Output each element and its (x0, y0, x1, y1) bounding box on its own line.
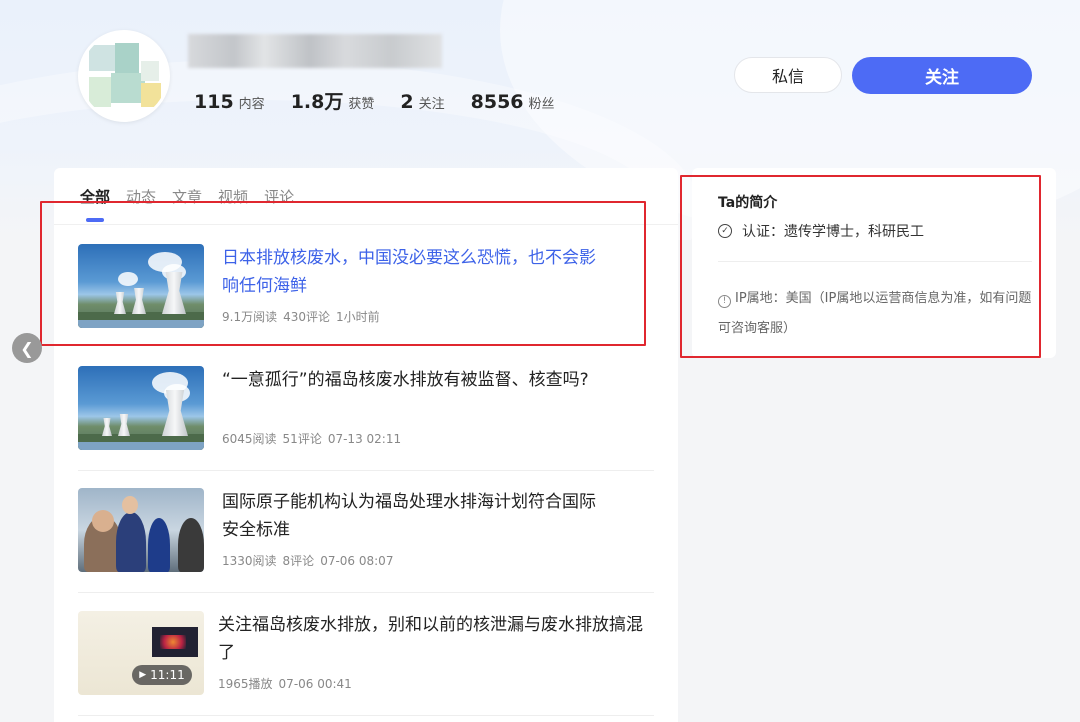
divider (78, 715, 654, 716)
publish-time: 07-13 02:11 (327, 432, 402, 446)
follow-button[interactable]: 关注 (852, 57, 1032, 94)
read-count: 6045阅读 (222, 432, 277, 446)
duration-text: 11:11 (150, 668, 185, 682)
username-blurred (188, 34, 442, 68)
profile-stats: 115 内容 1.8万 获赞 2 关注 8556 粉丝 (194, 87, 581, 114)
avatar[interactable] (78, 30, 170, 122)
stat-label: 内容 (238, 97, 265, 112)
publish-time: 07-06 08:07 (320, 554, 394, 568)
chevron-left-icon[interactable]: ❮ (12, 333, 42, 363)
list-item[interactable]: ▶ 11:11 关注福岛核废水排放，别和以前的核泄漏与废水排放搞混了 1965播… (78, 611, 654, 716)
divider (78, 592, 654, 593)
stat-label: 粉丝 (528, 97, 555, 112)
highlight-annotation-box (680, 175, 1041, 358)
list-item[interactable]: “一意孤行”的福岛核废水排放有被监督、核查吗? 6045阅读 51评论 07-13 … (78, 366, 654, 471)
publish-time: 07-06 00:41 (278, 677, 352, 691)
comment-count: 8评论 (282, 554, 315, 568)
video-thumbnail[interactable]: ▶ 11:11 (78, 611, 204, 695)
play-count: 1965播放 (218, 677, 273, 691)
stat-content[interactable]: 115 内容 (194, 91, 265, 113)
stat-value: 2 (400, 91, 414, 113)
divider (78, 470, 654, 471)
play-icon: ▶ (139, 670, 147, 680)
article-title[interactable]: “一意孤行”的福岛核废水排放有被监督、核查吗? (222, 366, 602, 394)
video-duration: ▶ 11:11 (132, 665, 192, 685)
read-count: 1330阅读 (222, 554, 277, 568)
highlight-annotation-box (40, 201, 646, 346)
stat-label: 获赞 (348, 97, 375, 112)
article-meta: 1965播放 07-06 00:41 (218, 675, 358, 692)
stat-followers[interactable]: 8556 粉丝 (471, 91, 555, 113)
stat-following[interactable]: 2 关注 (400, 91, 444, 113)
article-title[interactable]: 关注福岛核废水排放，别和以前的核泄漏与废水排放搞混了 (218, 611, 648, 667)
comment-count: 51评论 (282, 432, 322, 446)
article-thumbnail[interactable] (78, 366, 204, 450)
stat-value: 1.8万 (290, 91, 344, 113)
stat-label: 关注 (418, 97, 445, 112)
list-item[interactable]: 国际原子能机构认为福岛处理水排海计划符合国际安全标准 1330阅读 8评论 07-0… (78, 488, 654, 593)
article-meta: 6045阅读 51评论 07-13 02:11 (222, 430, 407, 447)
article-thumbnail[interactable] (78, 488, 204, 572)
stat-value: 8556 (470, 91, 524, 113)
stat-likes: 1.8万 获赞 (291, 87, 375, 114)
article-title[interactable]: 国际原子能机构认为福岛处理水排海计划符合国际安全标准 (222, 488, 602, 544)
article-meta: 1330阅读 8评论 07-06 08:07 (222, 552, 399, 569)
stat-value: 115 (194, 91, 234, 113)
message-button[interactable]: 私信 (734, 57, 842, 93)
